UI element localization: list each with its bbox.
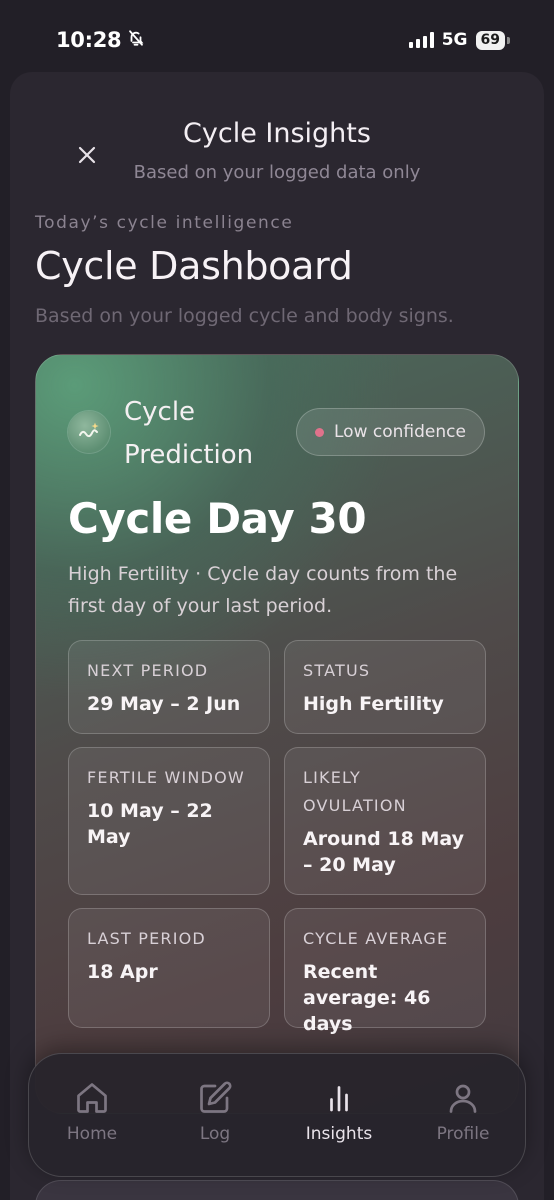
tile-value: Recent average: 46 days [303, 961, 431, 1035]
tile-likely-ovulation: LIKELY OVULATION Around 18 May – 20 May [284, 747, 486, 895]
cycle-description: High Fertility · Cycle day counts from t… [68, 563, 458, 617]
tab-log[interactable]: Log [160, 1080, 270, 1144]
tab-label: Profile [436, 1124, 490, 1144]
tile-label: STATUS [303, 661, 371, 680]
tile-fertile-window: FERTILE WINDOW 10 May – 22 May [68, 747, 270, 895]
status-time: 10:28 [56, 28, 145, 52]
cycle-prediction-card: Cycle Prediction Low confidence Cycle Da… [35, 354, 519, 1114]
battery-level: 69 [475, 30, 505, 50]
tile-label: NEXT PERIOD [87, 661, 209, 680]
confidence-badge[interactable]: Low confidence [296, 408, 485, 456]
status-bar: 10:28 5G 69 [0, 0, 554, 80]
tile-value: High Fertility [303, 693, 444, 715]
status-time-text: 10:28 [56, 28, 122, 52]
bell-muted-icon [127, 28, 145, 52]
dashboard-title: Cycle Dashboard [35, 244, 353, 288]
bar-chart-icon [330, 1086, 348, 1112]
tab-home[interactable]: Home [37, 1080, 147, 1144]
network-type: 5G [441, 30, 468, 50]
sheet-subtitle: Based on your logged data only [133, 162, 421, 183]
next-card-peek [35, 1180, 519, 1200]
cycle-trend-icon [68, 411, 110, 453]
tile-value: 29 May – 2 Jun [87, 693, 241, 715]
tile-label: FERTILE WINDOW [87, 768, 245, 787]
tile-next-period: NEXT PERIOD 29 May – 2 Jun [68, 640, 270, 734]
prediction-label: Cycle Prediction [124, 397, 254, 470]
status-right: 5G 69 [408, 30, 510, 50]
sheet-title: Cycle Insights [183, 118, 371, 149]
edit-icon [200, 1081, 232, 1113]
tab-insights[interactable]: Insights [284, 1080, 394, 1144]
tile-label: LIKELY OVULATION [303, 768, 407, 815]
dashboard-subtitle: Based on your logged cycle and body sign… [35, 305, 454, 327]
tile-value: 18 Apr [87, 961, 158, 983]
confidence-dot [315, 427, 324, 437]
tab-label: Insights [305, 1124, 373, 1144]
tab-bar: Home Log Insights Profile [28, 1053, 526, 1177]
tab-label: Log [199, 1124, 231, 1144]
cycle-day: Cycle Day 30 [68, 494, 367, 543]
home-icon [77, 1083, 107, 1113]
tab-label: Home [66, 1124, 118, 1144]
tile-value: 10 May – 22 May [87, 800, 213, 848]
tile-label: LAST PERIOD [87, 929, 206, 948]
dashboard-eyebrow: Today’s cycle intelligence [35, 213, 294, 233]
tile-status: STATUS High Fertility [284, 640, 486, 734]
tile-value: Around 18 May – 20 May [303, 828, 464, 876]
tile-last-period: LAST PERIOD 18 Apr [68, 908, 270, 1028]
user-icon [449, 1084, 477, 1113]
tile-cycle-average: CYCLE AVERAGE Recent average: 46 days [284, 908, 486, 1035]
confidence-text: Low confidence [334, 422, 466, 442]
tab-profile[interactable]: Profile [408, 1080, 518, 1144]
signal-icon [408, 32, 434, 48]
tile-label: CYCLE AVERAGE [303, 929, 449, 948]
battery-icon: 69 [475, 30, 510, 50]
